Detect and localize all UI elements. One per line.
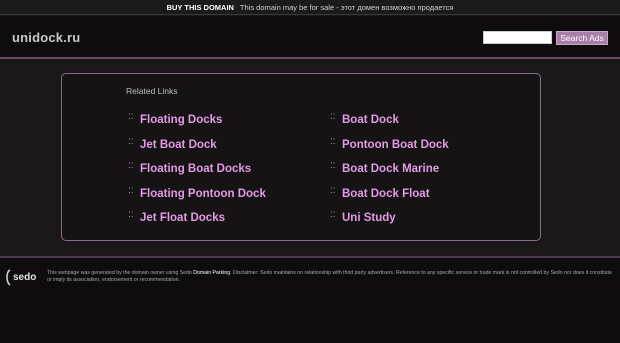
bullet-icon: :: (330, 135, 336, 147)
related-links-title: Related Links (126, 86, 178, 96)
sale-message: This domain may be for sale - этот домен… (239, 3, 454, 12)
related-link[interactable]: :: Floating Docks (128, 110, 266, 135)
related-link[interactable]: :: Uni Study (330, 208, 449, 233)
bullet-icon: :: (330, 111, 336, 122)
domain-sale-banner: BUY THIS DOMAIN This domain may be for s… (0, 0, 620, 15)
related-links-left-column: :: Floating Docks :: Jet Boat Dock :: Float… (128, 110, 266, 233)
related-links-box: Related Links :: Floating Docks :: Jet Boa… (61, 73, 541, 241)
bullet-icon: :: (128, 184, 134, 196)
related-link[interactable]: :: Boat Dock Float (330, 184, 449, 209)
footer: sedo This webpage was generated by the d… (0, 256, 620, 343)
search-ads-button[interactable]: Search Ads (556, 31, 608, 45)
related-links-right-column: :: Boat Dock :: Pontoon Boat Dock :: Boat D… (330, 110, 449, 233)
disclaimer-text: This webpage was generated by the domain… (47, 270, 612, 283)
sedo-logo-icon[interactable]: sedo (4, 266, 42, 288)
domain-parking-link[interactable]: Domain Parking (193, 270, 230, 276)
bullet-icon: :: (128, 160, 134, 172)
buy-domain-link[interactable]: BUY THIS DOMAIN (167, 3, 234, 12)
site-name: unidock.ru (12, 30, 81, 45)
main-content: Related Links :: Floating Docks :: Jet Boa… (0, 61, 620, 256)
related-link[interactable]: :: Pontoon Boat Dock (330, 135, 449, 160)
sedo-logo-text: sedo (13, 272, 36, 283)
bullet-icon: :: (128, 209, 134, 221)
related-link[interactable]: :: Floating Pontoon Dock (128, 184, 266, 209)
bullet-icon: :: (128, 135, 134, 147)
related-link[interactable]: :: Boat Dock (330, 110, 449, 135)
related-link[interactable]: :: Boat Dock Marine (330, 159, 449, 184)
bullet-icon: :: (330, 160, 336, 172)
bullet-icon: :: (330, 184, 336, 196)
bullet-icon: :: (128, 111, 134, 122)
related-link[interactable]: :: Jet Boat Dock (128, 135, 266, 160)
related-link[interactable]: :: Floating Boat Docks (128, 159, 266, 184)
search-input[interactable] (483, 31, 552, 44)
bullet-icon: :: (330, 209, 336, 221)
related-link[interactable]: :: Jet Float Docks (128, 208, 266, 233)
